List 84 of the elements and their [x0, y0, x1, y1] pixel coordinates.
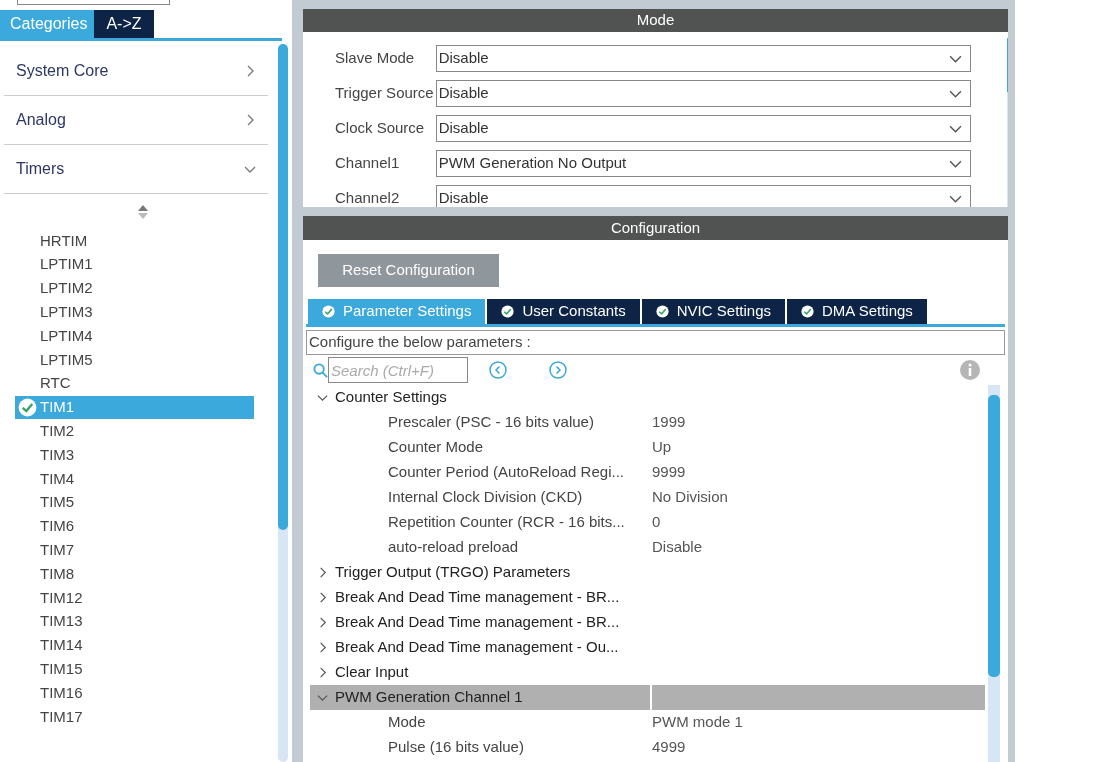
tree-group-row[interactable]: Break And Dead Time management - Ou...: [310, 635, 985, 660]
check-circle-icon: [501, 305, 515, 318]
check-circle-icon: [322, 305, 335, 318]
category-row[interactable]: Analog: [4, 96, 268, 145]
timer-list-item[interactable]: TIM8: [15, 562, 254, 586]
chevron-right-icon: [317, 642, 328, 653]
timer-list-item[interactable]: TIM6: [15, 514, 254, 539]
parameter-value[interactable]: PWM mode 1: [652, 711, 743, 734]
parameter-value[interactable]: No Division: [652, 486, 728, 509]
select-field[interactable]: PWM Generation No Output: [435, 150, 971, 177]
scrollbar[interactable]: [1006, 38, 1007, 207]
chevron-right-icon: [317, 592, 328, 603]
field-label: Clock Source: [335, 118, 425, 139]
tree-group-row[interactable]: Trigger Output (TRGO) Parameters: [310, 560, 985, 585]
timer-list-item[interactable]: HRTIM: [15, 229, 254, 253]
parameter-value[interactable]: Disable: [652, 536, 703, 559]
parameter-name: Pulse (16 bits value): [388, 737, 525, 758]
parameter-name: Repetition Counter (RCR - 16 bits...: [388, 512, 626, 533]
parameter-name: Counter Mode: [388, 437, 485, 458]
parameter-name: Counter Period (AutoReload Regi...: [388, 462, 625, 483]
tree-group-row[interactable]: PWM Generation Channel 1: [310, 685, 985, 710]
tree-group-row[interactable]: Break And Dead Time management - BR...: [310, 585, 985, 610]
tree-group-row[interactable]: Counter Settings: [310, 385, 985, 410]
settings-tab[interactable]: NVIC Settings: [641, 299, 785, 324]
field-label: Channel2: [335, 188, 400, 207]
panel-header: Configuration: [303, 216, 1008, 240]
timer-list-item[interactable]: TIM2: [15, 419, 254, 444]
parameter-name: Internal Clock Division (CKD): [388, 487, 584, 508]
settings-tab[interactable]: DMA Settings: [787, 299, 927, 324]
category-row[interactable]: Timers: [4, 145, 268, 194]
search-icon: [313, 362, 328, 378]
timer-list-item[interactable]: TIM15: [15, 657, 254, 682]
field-label: Slave Mode: [335, 48, 415, 69]
parameter-value[interactable]: 4999: [652, 736, 686, 759]
timer-list-item[interactable]: LPTIM5: [15, 348, 254, 372]
timer-list-item[interactable]: TIM17: [15, 704, 254, 729]
parameter-value[interactable]: 1999: [652, 411, 686, 434]
check-circle-icon: [801, 305, 814, 318]
panel-header: Mode: [303, 9, 1008, 32]
tree-group-row[interactable]: Break And Dead Time management - BR...: [310, 610, 985, 635]
timer-list-item[interactable]: TIM12: [15, 585, 254, 610]
search-field[interactable]: Search (Ctrl+F): [328, 357, 468, 383]
parameter-name: auto-reload preload: [388, 537, 520, 558]
timer-list-item[interactable]: TIM3: [15, 443, 254, 467]
parameter-name: Mode: [388, 712, 427, 733]
timer-list-item[interactable]: RTC: [15, 371, 254, 396]
chevron-down-icon: [317, 392, 328, 403]
timer-list-item[interactable]: LPTIM2: [15, 276, 254, 301]
sort-icon: [138, 204, 148, 219]
chevron-right-icon: [317, 567, 328, 578]
scrollbar[interactable]: [278, 44, 288, 762]
timer-list-item[interactable]: TIM4: [15, 466, 254, 491]
check-circle-icon: [655, 305, 669, 318]
parameter-name: Prescaler (PSC - 16 bits value): [388, 412, 595, 433]
hint-text: Configure the below parameters :: [306, 330, 1005, 355]
timer-list-item[interactable]: TIM16: [15, 681, 254, 705]
select-field[interactable]: Disable: [435, 115, 971, 142]
timer-list-item[interactable]: LPTIM1: [15, 252, 254, 277]
category-row[interactable]: System Core: [4, 47, 268, 96]
previous-icon[interactable]: [489, 361, 507, 379]
next-icon[interactable]: [549, 361, 567, 379]
check-circle-icon: [18, 397, 37, 417]
tree-group-row[interactable]: Clear Input: [310, 660, 985, 685]
select-field[interactable]: Disable: [435, 45, 971, 72]
field-label: Trigger Source: [335, 83, 434, 104]
timer-list-item[interactable]: TIM14: [15, 633, 254, 658]
settings-tab[interactable]: User Constants: [487, 299, 640, 324]
chevron-down-icon: [317, 692, 328, 703]
chevron-right-icon: [317, 617, 328, 628]
scrollbar[interactable]: [988, 385, 1000, 762]
info-icon[interactable]: [960, 360, 980, 380]
category-tab[interactable]: A->Z: [94, 10, 154, 38]
parameter-value[interactable]: Up: [652, 436, 672, 459]
parameter-value[interactable]: 0: [652, 511, 661, 534]
timer-list-item[interactable]: TIM13: [15, 609, 254, 634]
search-field[interactable]: [17, 0, 170, 5]
select-field[interactable]: Disable: [435, 80, 971, 107]
timer-list-item[interactable]: LPTIM4: [15, 324, 254, 348]
timer-list-item[interactable]: TIM7: [15, 538, 254, 563]
timer-list-item[interactable]: TIM5: [15, 490, 254, 515]
timer-list-item[interactable]: LPTIM3: [15, 300, 254, 325]
parameter-value[interactable]: 9999: [652, 461, 686, 484]
field-label: Channel1: [335, 153, 400, 174]
chevron-right-icon: [317, 667, 328, 678]
